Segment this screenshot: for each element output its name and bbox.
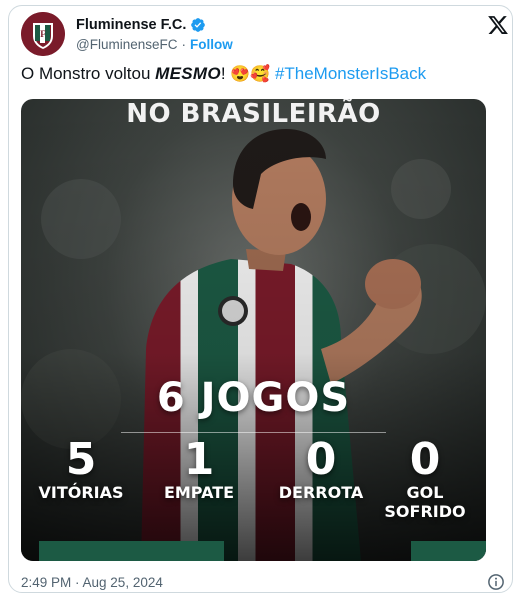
handle[interactable]: @FluminenseFC <box>76 37 177 52</box>
stat-label-line2: SOFRIDO <box>384 502 466 521</box>
follow-button[interactable]: Follow <box>190 37 233 52</box>
stat-value: 5 <box>65 434 97 485</box>
stat-value: 0 <box>305 434 337 485</box>
separator: · <box>181 37 186 52</box>
games-count: 6 JOGOS <box>156 375 351 421</box>
verified-badge-icon <box>191 18 206 32</box>
tweet-timestamp[interactable]: 2:49 PM · Aug 25, 2024 <box>21 575 163 590</box>
tweet-text-before: O Monstro voltou <box>21 64 156 83</box>
stat-goals-conceded: 0 GOL SOFRIDO <box>373 434 477 522</box>
stat-draws: 1 EMPATE <box>149 434 249 503</box>
stat-value: 1 <box>183 434 215 485</box>
svg-text:F: F <box>40 29 46 39</box>
display-name[interactable]: Fluminense F.C. <box>76 17 186 33</box>
x-logo-icon[interactable] <box>487 14 509 36</box>
tweet-media-image[interactable]: NO BRASILEIRÃO 6 JOGOS 5 VITÓRIAS 1 EMPA… <box>21 99 486 561</box>
image-footer-bar-right <box>411 541 486 561</box>
stats-divider <box>121 432 386 433</box>
tweet-text-emphasis: MESMO <box>155 64 221 83</box>
stat-label: VITÓRIAS <box>38 483 124 502</box>
stat-value: 0 <box>409 434 441 485</box>
image-footer-bar-left <box>39 541 224 561</box>
fluminense-crest-icon: F <box>21 12 65 56</box>
emoji-group: 😍🥰 <box>230 66 271 83</box>
stat-label: DERROTA <box>278 483 364 502</box>
tweet-text: O Monstro voltou MESMO! 😍🥰 #TheMonsterIs… <box>21 64 426 84</box>
info-icon[interactable] <box>487 573 505 591</box>
stat-label-line1: GOL <box>406 483 444 502</box>
stat-losses: 0 DERROTA <box>269 434 373 503</box>
avatar[interactable]: F <box>21 12 65 56</box>
hashtag-link[interactable]: #TheMonsterIsBack <box>275 64 426 83</box>
media-headline: NO BRASILEIRÃO <box>126 99 381 129</box>
stat-wins: 5 VITÓRIAS <box>35 434 127 503</box>
tweet-text-after: ! <box>220 64 231 83</box>
stat-label: EMPATE <box>163 483 235 502</box>
